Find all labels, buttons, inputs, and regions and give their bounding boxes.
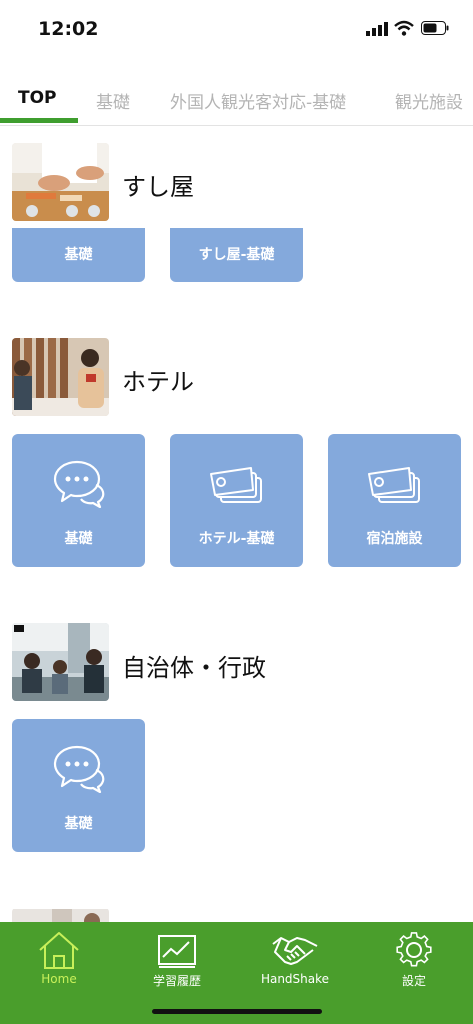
nav-learning-history[interactable]: 学習履歴 [127,930,227,989]
section-title: ホテル [122,368,194,396]
battery-icon [421,21,449,35]
tab-indicator [0,118,78,123]
tickets-icon [368,467,420,503]
home-icon [39,932,79,969]
card-label: 宿泊施設 [366,531,423,547]
card-hotel-basics[interactable]: ホテル-基礎 [170,434,303,567]
card-label: 基礎 [64,816,93,832]
card-lodging[interactable]: 宿泊施設 [328,434,461,567]
municipality-thumbnail[interactable] [12,623,109,701]
nav-label: HandShake [260,972,330,986]
nav-label: 設定 [401,974,426,988]
section-title: 自治体・行政 [122,654,266,682]
section-title: すし屋 [122,173,194,201]
tab-foreign-tourist-basics[interactable]: 外国人観光客対応-基礎 [170,88,346,113]
tab-tourist-facility[interactable]: 観光施設 [395,88,463,113]
status-bar: 12:02 [0,0,473,60]
chat-bubbles-icon [53,460,105,508]
card-basics[interactable]: 基礎 [12,719,145,852]
tab-top[interactable]: TOP [18,88,57,108]
nav-settings[interactable]: 設定 [364,930,464,989]
card-label: ホテル-基礎 [198,531,275,547]
nav-home[interactable]: Home [9,930,109,986]
card-basics[interactable]: 基礎 [12,434,145,567]
status-time: 12:02 [38,18,99,40]
sushi-thumbnail[interactable] [12,143,109,221]
gear-icon [396,932,432,967]
card-label: 基礎 [64,531,93,547]
handshake-icon [272,937,318,965]
card-basics[interactable]: 基礎 [12,228,145,282]
tab-basics[interactable]: 基礎 [96,88,130,113]
nav-label: 学習履歴 [152,974,201,988]
card-sushi-basics[interactable]: すし屋-基礎 [170,228,303,282]
nav-label: Home [41,972,77,986]
signal-icon [366,22,388,36]
home-indicator [152,1009,322,1014]
tickets-icon [210,467,262,503]
card-label: すし屋-基礎 [198,247,275,263]
chat-bubbles-icon [53,745,105,793]
nav-handshake[interactable]: HandShake [245,930,345,986]
hotel-thumbnail[interactable] [12,338,109,416]
card-label: 基礎 [64,247,93,263]
wifi-icon [394,20,414,36]
chart-icon [158,935,196,968]
next-section-thumbnail[interactable] [12,908,109,922]
